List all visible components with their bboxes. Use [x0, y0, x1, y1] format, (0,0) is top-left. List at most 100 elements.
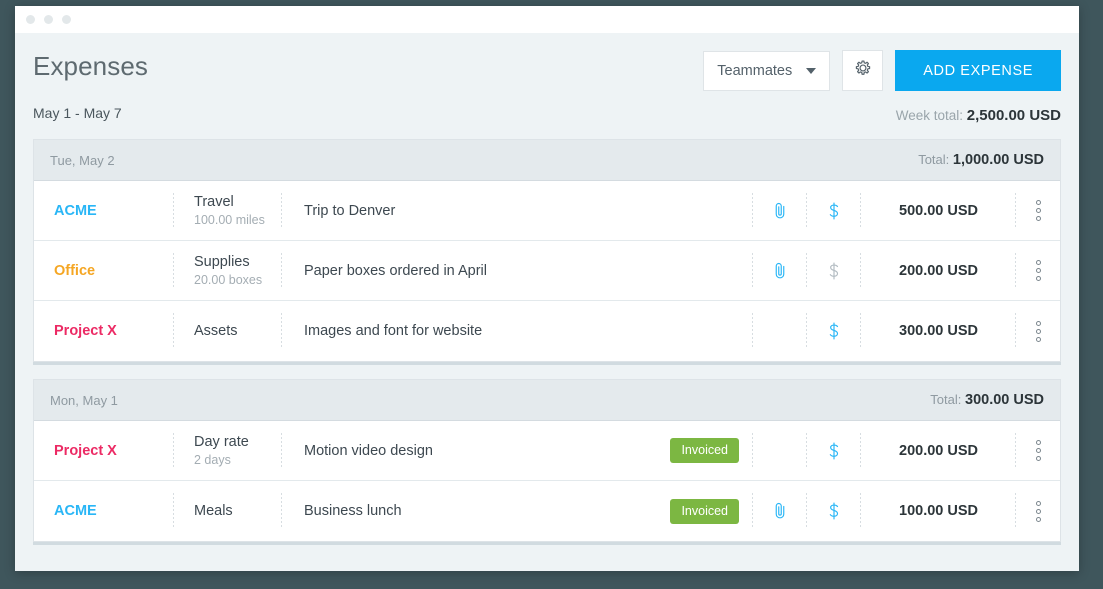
teammates-dropdown-label: Teammates — [717, 62, 793, 79]
row-project-cell[interactable]: Project X — [34, 421, 174, 480]
settings-button[interactable] — [842, 50, 884, 91]
chevron-down-icon — [806, 67, 817, 74]
row-category-cell: Travel 100.00 miles — [174, 181, 282, 240]
row-category-cell: Supplies 20.00 boxes — [174, 241, 282, 300]
group-total-amount: 1,000.00 USD — [952, 152, 1044, 168]
row-project-cell[interactable]: Project X — [34, 301, 174, 361]
row-menu-cell[interactable] — [1016, 301, 1060, 361]
dollar-icon[interactable] — [824, 260, 844, 282]
project-name: ACME — [54, 503, 97, 519]
category-name: Day rate — [194, 433, 249, 450]
window-dot-close[interactable] — [26, 15, 35, 24]
category-quantity: 100.00 miles — [194, 212, 265, 227]
row-billable-cell[interactable] — [807, 421, 861, 480]
header-controls: Teammates ADD EXPENSE — [703, 50, 1061, 91]
row-amount-cell: 100.00 USD — [861, 481, 1016, 541]
group-date: Tue, May 2 — [50, 152, 115, 168]
row-amount-cell: 300.00 USD — [861, 301, 1016, 361]
row-billable-cell[interactable] — [807, 241, 861, 300]
category-quantity: 2 days — [194, 452, 231, 467]
table-row[interactable]: Project X Assets Images and font for web… — [34, 301, 1060, 361]
paperclip-icon[interactable] — [770, 201, 790, 221]
window-dot-maximize[interactable] — [62, 15, 71, 24]
expense-groups: Tue, May 2 Total: 1,000.00 USD ACME Trav… — [33, 139, 1061, 542]
project-name: ACME — [54, 202, 97, 219]
row-project-cell[interactable]: ACME — [34, 481, 174, 541]
table-row[interactable]: Project X Day rate 2 days Motion video d… — [34, 421, 1060, 481]
week-total-label: Week total: — [895, 108, 963, 123]
kebab-menu-icon[interactable] — [1035, 500, 1041, 522]
row-billable-cell[interactable] — [807, 181, 861, 240]
dollar-icon[interactable] — [824, 440, 844, 462]
status-badge: Invoiced — [670, 498, 739, 524]
expense-description: Paper boxes ordered in April — [304, 262, 487, 279]
group-total-label: Total: — [918, 152, 950, 167]
expense-amount: 100.00 USD — [899, 503, 978, 519]
kebab-menu-icon[interactable] — [1035, 440, 1041, 461]
browser-window: Expenses Teammates ADD EXPENSE May 1 - M… — [15, 6, 1079, 571]
expense-amount: 200.00 USD — [899, 442, 978, 459]
teammates-dropdown[interactable]: Teammates — [703, 50, 831, 91]
window-dot-minimize[interactable] — [44, 15, 53, 24]
row-amount-cell: 500.00 USD — [861, 181, 1016, 240]
row-description-cell: Images and font for website — [282, 301, 753, 361]
group-total: Total: 300.00 USD — [930, 392, 1044, 408]
kebab-menu-icon[interactable] — [1035, 320, 1041, 342]
group-date: Mon, May 1 — [50, 392, 118, 408]
kebab-menu-icon[interactable] — [1035, 260, 1041, 281]
gear-icon — [852, 57, 874, 84]
row-menu-cell[interactable] — [1016, 181, 1060, 240]
row-description-cell: Business lunch Invoiced — [282, 481, 753, 541]
row-category-cell: Meals — [174, 481, 282, 541]
group-total-amount: 300.00 USD — [965, 392, 1044, 408]
category-name: Supplies — [194, 253, 250, 270]
group-header: Mon, May 1 Total: 300.00 USD — [34, 380, 1060, 421]
row-project-cell[interactable]: ACME — [34, 181, 174, 240]
group-total-label: Total: — [930, 392, 962, 407]
row-attachment-cell[interactable] — [753, 241, 807, 300]
dollar-icon[interactable] — [824, 500, 844, 522]
expense-description: Motion video design — [304, 442, 433, 459]
add-expense-button[interactable]: ADD EXPENSE — [895, 50, 1061, 91]
expenses-app: Expenses Teammates ADD EXPENSE May 1 - M… — [15, 33, 1079, 571]
dollar-icon[interactable] — [824, 200, 844, 222]
expense-description: Images and font for website — [304, 323, 483, 339]
table-row[interactable]: ACME Travel 100.00 miles Trip to Denver — [34, 181, 1060, 241]
category-name: Assets — [194, 322, 238, 339]
row-billable-cell[interactable] — [807, 481, 861, 541]
expense-group: Mon, May 1 Total: 300.00 USD Project X D… — [33, 379, 1061, 542]
expense-description: Trip to Denver — [304, 202, 396, 219]
row-category-cell: Assets — [174, 301, 282, 361]
row-menu-cell[interactable] — [1016, 481, 1060, 541]
row-amount-cell: 200.00 USD — [861, 241, 1016, 300]
row-project-cell[interactable]: Office — [34, 241, 174, 300]
expense-amount: 300.00 USD — [899, 323, 978, 339]
paperclip-icon[interactable] — [770, 501, 790, 521]
category-quantity: 20.00 boxes — [194, 272, 263, 287]
status-badge: Invoiced — [670, 438, 739, 463]
expense-amount: 500.00 USD — [899, 202, 978, 219]
subheader: May 1 - May 7 Week total: 2,500.00 USD — [33, 99, 1061, 139]
category-name: Meals — [194, 502, 233, 519]
table-row[interactable]: Office Supplies 20.00 boxes Paper boxes … — [34, 241, 1060, 301]
row-amount-cell: 200.00 USD — [861, 421, 1016, 480]
paperclip-icon[interactable] — [770, 261, 790, 281]
kebab-menu-icon[interactable] — [1035, 200, 1041, 221]
group-header: Tue, May 2 Total: 1,000.00 USD — [34, 140, 1060, 181]
date-range-label: May 1 - May 7 — [33, 105, 122, 121]
row-menu-cell[interactable] — [1016, 241, 1060, 300]
row-description-cell: Motion video design Invoiced — [282, 421, 753, 480]
row-attachment-cell[interactable] — [753, 181, 807, 240]
page-title: Expenses — [33, 50, 148, 81]
dollar-icon[interactable] — [824, 320, 844, 342]
row-attachment-cell[interactable] — [753, 481, 807, 541]
table-row[interactable]: ACME Meals Business lunch Invoiced 100.0… — [34, 481, 1060, 541]
row-menu-cell[interactable] — [1016, 421, 1060, 480]
expense-description: Business lunch — [304, 503, 402, 519]
week-total-amount: 2,500.00 USD — [966, 107, 1061, 124]
row-attachment-cell — [753, 421, 807, 480]
project-name: Office — [54, 262, 96, 279]
row-description-cell: Trip to Denver — [282, 181, 753, 240]
expense-group: Tue, May 2 Total: 1,000.00 USD ACME Trav… — [33, 139, 1061, 362]
row-billable-cell[interactable] — [807, 301, 861, 361]
